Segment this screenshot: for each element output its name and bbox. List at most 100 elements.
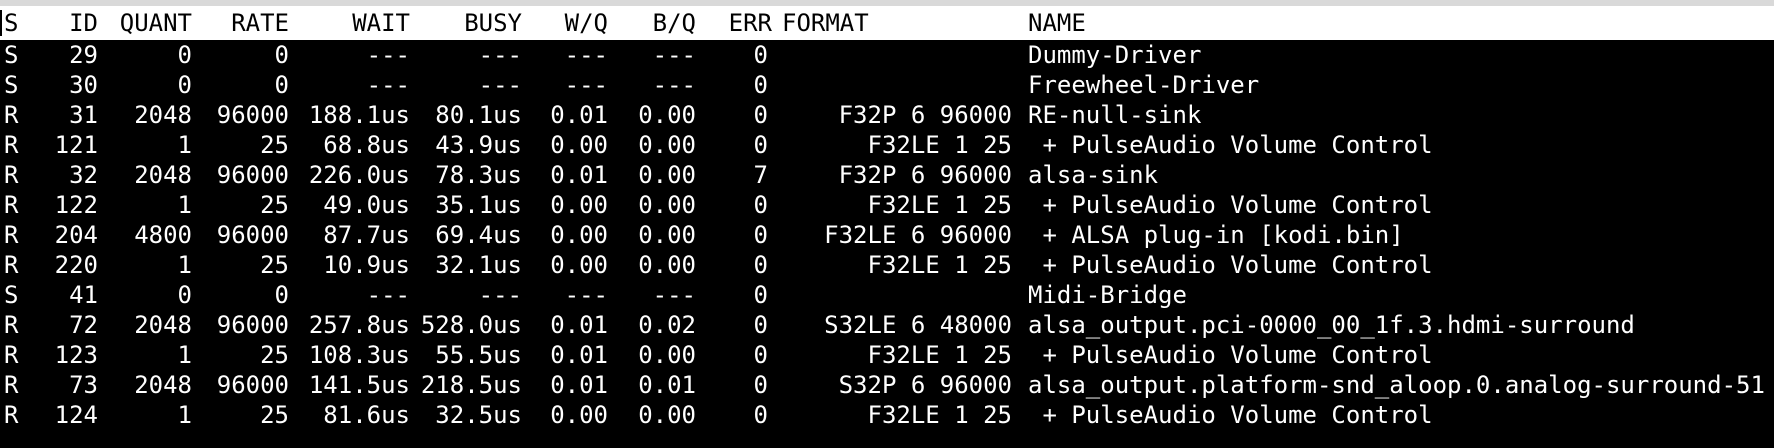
cell-busy: 218.5us	[420, 371, 522, 399]
cell-format: F32LE 1 25	[867, 401, 1013, 429]
cell-quant: 2048	[134, 161, 192, 189]
cell-wait: 108.3us	[308, 341, 410, 369]
header-rate: RATE	[231, 9, 289, 37]
cell-err: 0	[753, 101, 768, 129]
cell-busy: ---	[478, 281, 522, 309]
cell-id: 204	[54, 221, 98, 249]
cell-state: R	[4, 371, 19, 399]
cell-busy: 35.1us	[435, 191, 522, 219]
cell-quant: 2048	[134, 101, 192, 129]
cell-name: alsa_output.platform-snd_aloop.0.analog-…	[1028, 371, 1765, 399]
cell-wait: 87.7us	[323, 221, 410, 249]
cell-bq: ---	[652, 71, 696, 99]
cell-rate: 0	[274, 281, 289, 309]
cell-wq: 0.01	[550, 161, 608, 189]
cell-quant: 2048	[134, 371, 192, 399]
table-row: R 72 2048 96000 257.8us 528.0us 0.01 0.02 0 S32LE…	[0, 310, 1774, 340]
cell-wait: 188.1us	[308, 101, 410, 129]
table-row: S 41 0 0 --- --- --- --- 0 Midi-Bridge	[0, 280, 1774, 310]
cell-state: S	[4, 281, 19, 309]
cell-wait: 68.8us	[323, 131, 410, 159]
cell-rate: 0	[274, 71, 289, 99]
cell-state: R	[4, 341, 19, 369]
cell-state: S	[4, 71, 19, 99]
header-bq: B/Q	[652, 9, 696, 37]
header-name: NAME	[1028, 9, 1086, 37]
cell-wq: 0.01	[550, 371, 608, 399]
cell-err: 0	[753, 71, 768, 99]
cell-id: 123	[54, 341, 98, 369]
cell-quant: 0	[177, 71, 192, 99]
cell-bq: 0.02	[638, 311, 696, 339]
cell-rate: 96000	[216, 311, 289, 339]
cell-err: 0	[753, 221, 768, 249]
cell-bq: 0.00	[638, 101, 696, 129]
cell-wait: ---	[366, 71, 410, 99]
cell-state: R	[4, 161, 19, 189]
cell-quant: 4800	[134, 221, 192, 249]
cell-bq: 0.00	[638, 161, 696, 189]
cell-busy: ---	[478, 71, 522, 99]
cell-format: F32LE 1 25	[867, 341, 1013, 369]
cell-state: R	[4, 131, 19, 159]
cell-id: 73	[69, 371, 98, 399]
cell-err: 0	[753, 251, 768, 279]
cell-wq: 0.00	[550, 401, 608, 429]
cell-id: 41	[69, 281, 98, 309]
cell-bq: 0.00	[638, 131, 696, 159]
cell-name: Dummy-Driver	[1028, 41, 1202, 69]
header-id: ID	[69, 9, 98, 37]
cell-rate: 96000	[216, 221, 289, 249]
cell-quant: 1	[177, 251, 192, 279]
cell-name: Freewheel-Driver	[1028, 71, 1260, 99]
cell-wq: 0.01	[550, 341, 608, 369]
cell-state: R	[4, 191, 19, 219]
cell-id: 122	[54, 191, 98, 219]
cell-name: + PulseAudio Volume Control	[1028, 191, 1433, 219]
cell-bq: 0.01	[638, 371, 696, 399]
table-row: R 32 2048 96000 226.0us 78.3us 0.01 0.00 7 F32P 6…	[0, 160, 1774, 190]
cell-rate: 25	[260, 341, 289, 369]
header-err: ERR	[728, 9, 772, 37]
cell-wq: 0.00	[550, 221, 608, 249]
header-format: FORMAT	[782, 9, 869, 37]
cell-state: R	[4, 221, 19, 249]
cell-wq: ---	[564, 281, 608, 309]
cell-rate: 25	[260, 191, 289, 219]
cell-busy: 528.0us	[420, 311, 522, 339]
cell-wq: ---	[564, 71, 608, 99]
cell-err: 0	[753, 41, 768, 69]
cell-quant: 1	[177, 401, 192, 429]
cell-quant: 1	[177, 191, 192, 219]
cell-wq: ---	[564, 41, 608, 69]
cell-quant: 0	[177, 281, 192, 309]
cell-name: + PulseAudio Volume Control	[1028, 341, 1433, 369]
cell-rate: 25	[260, 131, 289, 159]
cell-name: + PulseAudio Volume Control	[1028, 131, 1433, 159]
header-wq: W/Q	[564, 9, 608, 37]
cell-wq: 0.01	[550, 311, 608, 339]
cell-name: alsa_output.pci-0000_00_1f.3.hdmi-surrou…	[1028, 311, 1635, 339]
cell-format: F32LE 6 96000	[824, 221, 1012, 249]
cell-format: S32LE 6 48000	[824, 311, 1012, 339]
cell-wq: 0.00	[550, 131, 608, 159]
cell-id: 29	[69, 41, 98, 69]
cell-rate: 96000	[216, 101, 289, 129]
cell-wait: ---	[366, 281, 410, 309]
cell-busy: 32.5us	[435, 401, 522, 429]
node-list: S 29 0 0 --- --- --- --- 0 Dummy-Driver S 30 0 0 --- --…	[0, 40, 1774, 430]
cell-err: 0	[753, 191, 768, 219]
cell-busy: 78.3us	[435, 161, 522, 189]
cell-id: 30	[69, 71, 98, 99]
cell-err: 0	[753, 311, 768, 339]
cell-format: F32P 6 96000	[838, 161, 1012, 189]
header-busy: BUSY	[464, 9, 522, 37]
cell-wq: 0.00	[550, 251, 608, 279]
cell-wq: 0.01	[550, 101, 608, 129]
cell-err: 7	[753, 161, 768, 189]
cell-format: F32P 6 96000	[838, 101, 1012, 129]
cell-bq: 0.00	[638, 221, 696, 249]
cell-wait: ---	[366, 41, 410, 69]
cell-err: 0	[753, 281, 768, 309]
table-row: S 30 0 0 --- --- --- --- 0 Freewheel-Driver	[0, 70, 1774, 100]
